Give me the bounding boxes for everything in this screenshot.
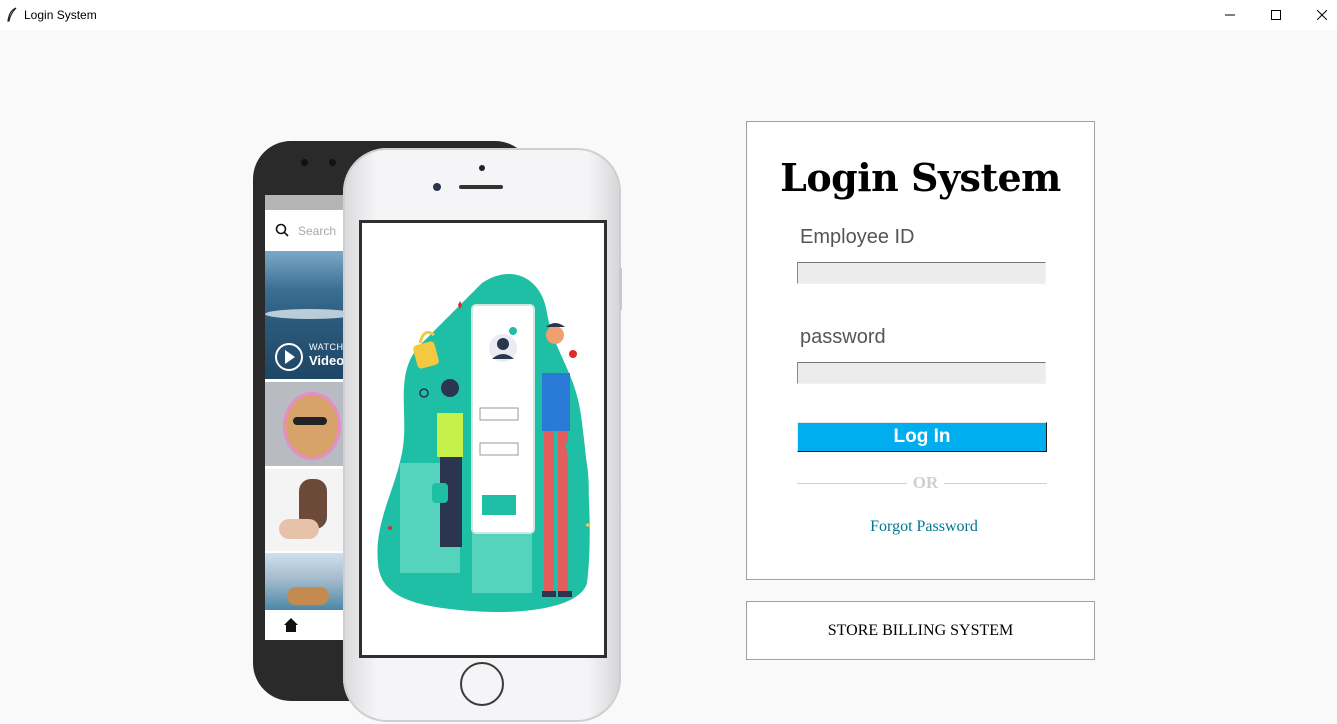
- login-illustration-art: [377, 274, 591, 613]
- password-input[interactable]: [797, 362, 1046, 384]
- employee-id-label: Employee ID: [800, 226, 915, 248]
- minimize-icon: [1225, 14, 1235, 16]
- search-icon: [275, 223, 289, 237]
- play-icon: [275, 343, 303, 371]
- wave-shape: [265, 309, 355, 319]
- video-label: Video: [309, 353, 345, 368]
- maximize-button[interactable]: [1253, 0, 1299, 30]
- or-divider-text: OR: [912, 473, 939, 492]
- forgot-password-link[interactable]: Forgot Password: [747, 518, 1101, 536]
- divider-left: [797, 483, 907, 484]
- close-button[interactable]: [1299, 0, 1337, 30]
- login-heading: Login System: [780, 155, 1061, 200]
- home-button: [460, 662, 504, 706]
- sensor-icon: [479, 165, 485, 171]
- camera-icon: [433, 183, 441, 191]
- beach-photo-tile: [265, 553, 355, 610]
- ocean-video-tile: WATCH Video: [265, 251, 355, 379]
- login-illustration: [359, 220, 607, 658]
- hand-shape: [279, 519, 319, 539]
- cat-face: [283, 392, 341, 460]
- status-bar: [265, 195, 355, 210]
- camera-icon: [301, 159, 308, 166]
- password-label: password: [800, 326, 886, 348]
- food-shape: [287, 587, 329, 605]
- divider-right: [944, 483, 1047, 484]
- maximize-icon: [1271, 10, 1281, 20]
- minimize-button[interactable]: [1207, 0, 1253, 30]
- search-placeholder: Search: [298, 224, 337, 238]
- sunglasses-shape: [293, 417, 327, 425]
- login-button[interactable]: Log In: [797, 422, 1047, 452]
- login-panel: Login System Employee ID password Log In…: [746, 121, 1095, 580]
- sensor-icon: [329, 159, 336, 166]
- side-button: [619, 268, 622, 310]
- phone-nav-bar: [265, 610, 355, 640]
- phone-search-bar: Search: [265, 210, 355, 250]
- feather-icon: [7, 7, 17, 22]
- store-billing-banner: STORE BILLING SYSTEM: [746, 601, 1095, 660]
- close-icon: [1317, 10, 1327, 20]
- phone-front-image: [343, 148, 622, 722]
- cat-photo-tile: [265, 382, 355, 466]
- speaker-grille: [459, 185, 503, 189]
- home-icon: [284, 618, 298, 632]
- watch-label: WATCH: [309, 342, 344, 352]
- window-titlebar: Login System: [0, 0, 1337, 30]
- store-billing-label: STORE BILLING SYSTEM: [827, 621, 1014, 639]
- employee-id-input[interactable]: [797, 262, 1046, 284]
- dog-photo-tile: [265, 469, 355, 551]
- phone-back-screen: Search WATCH Video: [265, 195, 355, 640]
- window-title: Login System: [24, 8, 97, 22]
